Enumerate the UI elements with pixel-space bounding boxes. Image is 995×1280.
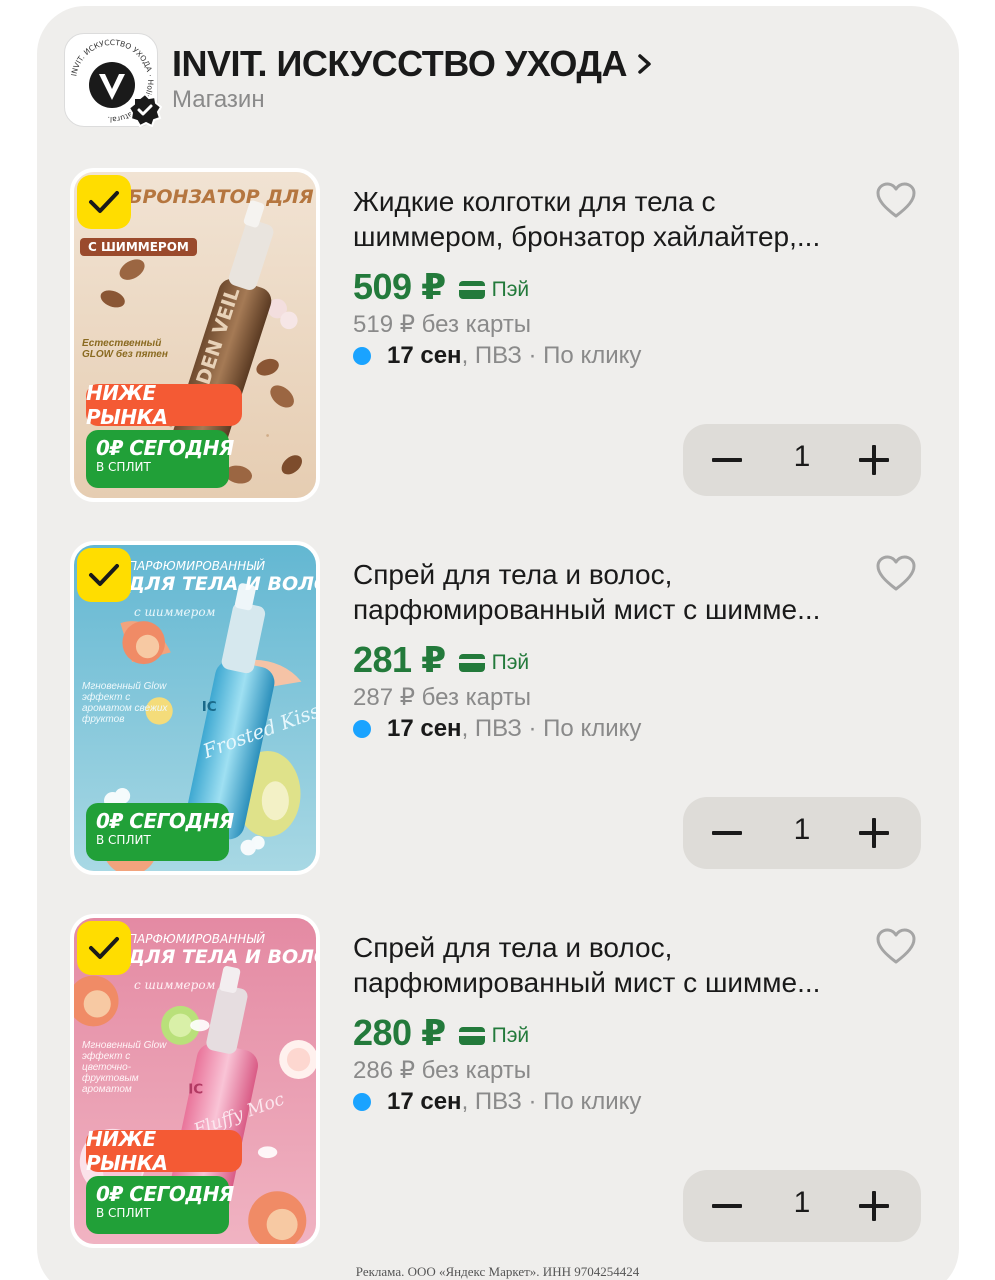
checkmark-icon	[89, 937, 119, 959]
product-card[interactable]: DEN VEIL БРОНЗАТОР ДЛЯ ТЕЛА С ШИММЕРОМ Е…	[0, 168, 995, 508]
promo-split: 0₽ СЕГОДНЯ В СПЛИТ	[86, 1176, 234, 1234]
product-title-line2: парфюмированный мист с шимме...	[353, 967, 821, 998]
promo-below-market: НИЖЕ РЫНКА	[86, 381, 242, 429]
quantity-stepper: 1	[683, 797, 921, 869]
card-icon	[458, 654, 485, 672]
delivery-date: 17 сен	[387, 715, 462, 742]
image-tag: с шиммером	[134, 978, 216, 992]
product-title-line2: парфюмированный мист с шимме...	[353, 594, 821, 625]
delivery-dot-icon	[353, 1093, 371, 1111]
product-title-line1: Спрей для тела и волос,	[353, 559, 673, 590]
card-icon	[458, 281, 485, 299]
plus-icon[interactable]	[855, 441, 893, 479]
product-title-line1: Спрей для тела и волос,	[353, 932, 673, 963]
pay-badge: Пэй	[458, 651, 530, 675]
select-checkbox[interactable]	[77, 921, 131, 975]
promo-split-big: 0₽ СЕГОДНЯ	[96, 436, 234, 460]
image-headline: БРОНЗАТОР ДЛЯ ТЕЛА	[128, 186, 316, 208]
delivery-info: 17 сен , ПВЗ · По клику	[353, 715, 641, 743]
plus-icon[interactable]	[855, 814, 893, 852]
product-image[interactable]: IC Frosted Kiss ПАРФЮМИРОВАННЫЙ ДЛЯ ТЕЛА…	[70, 541, 320, 875]
ad-disclaimer: Реклама. ООО «Яндекс Маркет». ИНН 970425…	[355, 1264, 640, 1279]
pay-label: Пэй	[491, 1024, 530, 1047]
plus-icon[interactable]	[855, 1187, 893, 1225]
minus-icon[interactable]	[709, 819, 745, 847]
pay-badge: Пэй	[458, 1024, 530, 1048]
promo-split-small: В СПЛИТ	[96, 460, 151, 474]
checkmark-icon	[89, 564, 119, 586]
price-row: 280 ₽ Пэй	[353, 1012, 529, 1054]
favorite-heart-icon[interactable]	[874, 553, 918, 593]
shop-title: INVIT. ИСКУССТВО УХОДА	[172, 43, 628, 84]
product-image[interactable]: DEN VEIL БРОНЗАТОР ДЛЯ ТЕЛА С ШИММЕРОМ Е…	[70, 168, 320, 502]
svg-text:IC: IC	[202, 699, 217, 715]
image-headline-main: ДЛЯ ТЕЛА И ВОЛОС	[128, 946, 316, 968]
quantity-value: 1	[793, 440, 811, 473]
chevron-right-icon	[638, 54, 651, 74]
product-card[interactable]: IC Fluffy Moc ПАРФЮМИРОВАННЫЙ ДЛЯ ТЕЛА И…	[0, 914, 995, 1254]
product-card[interactable]: IC Frosted Kiss ПАРФЮМИРОВАННЫЙ ДЛЯ ТЕЛА…	[0, 541, 995, 881]
quantity-value: 1	[793, 813, 811, 846]
price: 509 ₽	[353, 266, 446, 307]
quantity-stepper: 1	[683, 1170, 921, 1242]
promo-split-big: 0₽ СЕГОДНЯ	[96, 809, 234, 833]
delivery-method: , ПВЗ · По клику	[461, 1088, 642, 1115]
product-title[interactable]: Спрей для тела и волос, парфюмированный …	[353, 557, 863, 627]
minus-icon[interactable]	[709, 1192, 745, 1220]
favorite-heart-icon[interactable]	[874, 926, 918, 966]
image-note: Естественный GLOW без пятен	[82, 338, 168, 360]
delivery-info: 17 сен , ПВЗ · По клику	[353, 1088, 641, 1116]
price-without-card: 287 ₽ без карты	[353, 684, 532, 711]
image-headline: ПАРФЮМИРОВАННЫЙ ДЛЯ ТЕЛА И ВОЛОС	[128, 932, 316, 968]
price-row: 281 ₽ Пэй	[353, 639, 529, 681]
pay-label: Пэй	[491, 278, 530, 301]
quantity-stepper: 1	[683, 424, 921, 496]
promo-split: 0₽ СЕГОДНЯ В СПЛИТ	[86, 803, 234, 861]
delivery-dot-icon	[353, 720, 371, 738]
checkmark-icon	[89, 191, 119, 213]
image-headline-small: ПАРФЮМИРОВАННЫЙ	[128, 559, 266, 573]
delivery-date: 17 сен	[387, 1088, 462, 1115]
promo-split-big: 0₽ СЕГОДНЯ	[96, 1182, 234, 1206]
pay-badge: Пэй	[458, 278, 530, 302]
delivery-info: 17 сен , ПВЗ · По клику	[353, 342, 641, 370]
favorite-heart-icon[interactable]	[874, 180, 918, 220]
image-headline-main: ДЛЯ ТЕЛА И ВОЛОС	[128, 573, 316, 595]
verified-badge-icon	[128, 93, 162, 127]
pay-label: Пэй	[491, 651, 530, 674]
select-checkbox[interactable]	[77, 175, 131, 229]
product-title[interactable]: Спрей для тела и волос, парфюмированный …	[353, 930, 863, 1000]
image-note: Мгновенный Glow эффект с цветочно-фрукто…	[82, 1040, 167, 1095]
delivery-method: , ПВЗ · По клику	[461, 342, 642, 369]
price: 280 ₽	[353, 1012, 446, 1053]
price-without-card: 286 ₽ без карты	[353, 1057, 532, 1084]
product-title[interactable]: Жидкие колготки для тела с шиммером, бро…	[353, 184, 863, 254]
minus-icon[interactable]	[709, 446, 745, 474]
quantity-value: 1	[793, 1186, 811, 1219]
image-note: Мгновенный Glow эффект с ароматом свежих…	[82, 681, 168, 725]
product-title-line1: Жидкие колготки для тела с	[353, 186, 716, 217]
promo-split-small: В СПЛИТ	[96, 1206, 151, 1220]
price: 281 ₽	[353, 639, 446, 680]
image-tag: С ШИММЕРОМ	[80, 238, 197, 256]
delivery-dot-icon	[353, 347, 371, 365]
select-checkbox[interactable]	[77, 548, 131, 602]
price-without-card: 519 ₽ без карты	[353, 311, 532, 338]
image-headline-small: ПАРФЮМИРОВАННЫЙ	[128, 932, 266, 946]
product-image[interactable]: IC Fluffy Moc ПАРФЮМИРОВАННЫЙ ДЛЯ ТЕЛА И…	[70, 914, 320, 1248]
svg-text:IC: IC	[188, 1082, 203, 1098]
shop-subtitle: Магазин	[172, 86, 265, 113]
image-headline: ПАРФЮМИРОВАННЫЙ ДЛЯ ТЕЛА И ВОЛОС	[128, 559, 316, 595]
card-icon	[458, 1027, 485, 1045]
shop-title-link[interactable]: INVIT. ИСКУССТВО УХОДА	[172, 42, 653, 86]
delivery-method: , ПВЗ · По клику	[461, 715, 642, 742]
promo-below-market: НИЖЕ РЫНКА	[86, 1127, 242, 1175]
delivery-date: 17 сен	[387, 342, 462, 369]
image-tag: с шиммером	[134, 605, 216, 619]
promo-split-small: В СПЛИТ	[96, 833, 151, 847]
promo-split: 0₽ СЕГОДНЯ В СПЛИТ	[86, 430, 234, 488]
price-row: 509 ₽ Пэй	[353, 266, 529, 308]
product-title-line2: шиммером, бронзатор хайлайтер,...	[353, 221, 821, 252]
